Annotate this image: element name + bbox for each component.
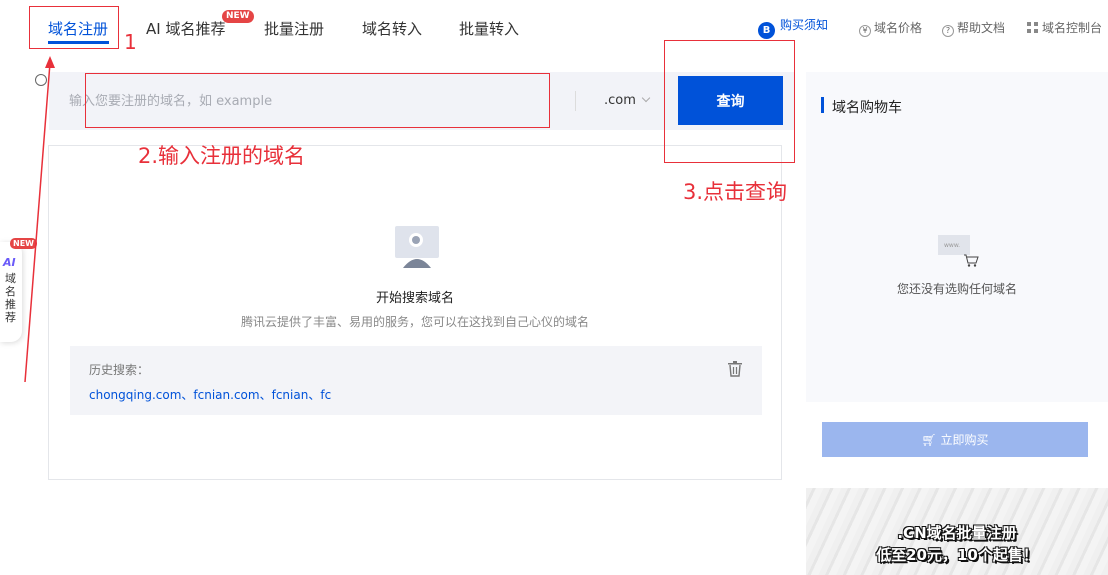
tab-batch-transfer-in[interactable]: 批量转入 [459, 18, 519, 39]
yen-icon: ¥ [859, 25, 871, 37]
tab-batch-register[interactable]: 批量注册 [264, 18, 324, 39]
tld-divider [575, 91, 576, 111]
domain-price-link[interactable]: ¥ 域名价格 [859, 19, 922, 37]
grid-icon [1027, 22, 1038, 33]
history-separator: 、 [308, 388, 321, 402]
cart-icon: 🛒︎ [921, 433, 941, 447]
annotation-step-3: 3.点击查询 [683, 180, 788, 204]
start-search-description: 腾讯云提供了丰富、易用的服务，您可以在这找到自己心仪的域名 [240, 315, 589, 329]
new-badge: NEW [222, 10, 254, 23]
search-result-card: 开始搜索域名 腾讯云提供了丰富、易用的服务，您可以在这找到自己心仪的域名 历史搜… [48, 145, 782, 480]
top-tab-bar: 域名注册 AI 域名推荐 NEW 批量注册 域名转入 批量转入 B 购买须知 ¥ 域… [0, 0, 1108, 50]
search-illustration-icon [395, 226, 439, 268]
start-search-title: 开始搜索域名 [375, 291, 454, 306]
tab-ai-domain-recommend[interactable]: AI 域名推荐 [146, 18, 225, 39]
domain-registration-page: 域名注册 AI 域名推荐 NEW 批量注册 域名转入 批量转入 B 购买须知 ¥ 域… [0, 0, 1108, 575]
history-separator: 、 [259, 388, 272, 402]
cart-title-accent [821, 97, 824, 113]
promo-line-2: 低至20元，10个起售！ [876, 546, 1038, 564]
buy-notice-label: 购买须知 [780, 18, 829, 32]
ai-new-badge: NEW [10, 238, 37, 249]
ai-recommend-float[interactable]: AI 域名推荐 [0, 242, 22, 342]
search-history: 历史搜索： chongqing.com、fcnian.com、fcnian、fc [70, 346, 762, 415]
cart-empty-text: 您还没有选购任何域名 [896, 282, 1017, 296]
history-item[interactable]: chongqing.com [89, 388, 181, 402]
history-separator: 、 [181, 388, 194, 402]
promo-line-1: .CN域名批量注册 [897, 524, 1017, 542]
annotation-box-2 [85, 73, 550, 128]
history-list: chongqing.com、fcnian.com、fcnian、fc [89, 386, 331, 403]
trash-icon[interactable] [728, 361, 742, 377]
domain-console-label: 域名控制台 [1042, 21, 1103, 35]
cart-title: 域名购物车 [832, 100, 902, 116]
help-docs-link[interactable]: ? 帮助文档 [942, 19, 1005, 37]
history-item[interactable]: fcnian [272, 388, 309, 402]
buy-now-button[interactable]: 🛒︎ 立即购买 [822, 422, 1088, 457]
cart-illus-text: www. [944, 242, 960, 249]
history-item[interactable]: fcnian.com [193, 388, 259, 402]
info-b-icon: B [758, 22, 775, 39]
help-docs-label: 帮助文档 [957, 21, 1006, 35]
annotation-box-3 [664, 40, 795, 163]
tab-domain-transfer-in[interactable]: 域名转入 [362, 18, 422, 39]
annotation-box-1 [29, 6, 119, 49]
feedback-smiley-icon[interactable] [35, 74, 47, 86]
domain-price-label: 域名价格 [874, 21, 923, 35]
empty-cart-illustration-icon: www. [938, 235, 979, 267]
domain-console-link[interactable]: 域名控制台 [1027, 19, 1102, 36]
tld-value: .com [604, 93, 636, 108]
ai-logo-icon: AI [3, 256, 16, 269]
history-label: 历史搜索： [89, 363, 150, 377]
ai-float-label: 域名推荐 [5, 272, 16, 324]
annotation-step-1: 1 [124, 30, 137, 54]
chevron-down-icon [641, 93, 651, 103]
cn-promo-banner[interactable]: .CN域名批量注册 低至20元，10个起售！ [806, 488, 1108, 575]
tld-select[interactable]: .com [604, 93, 651, 108]
history-item[interactable]: fc [320, 388, 331, 402]
domain-cart-panel: 域名购物车 www. 您还没有选购任何域名 [806, 72, 1108, 402]
annotation-step-2: 2.输入注册的域名 [138, 144, 306, 168]
buy-now-label: 立即购买 [940, 433, 989, 447]
question-icon: ? [942, 25, 954, 37]
buy-notice-link[interactable]: B 购买须知 [758, 16, 828, 39]
